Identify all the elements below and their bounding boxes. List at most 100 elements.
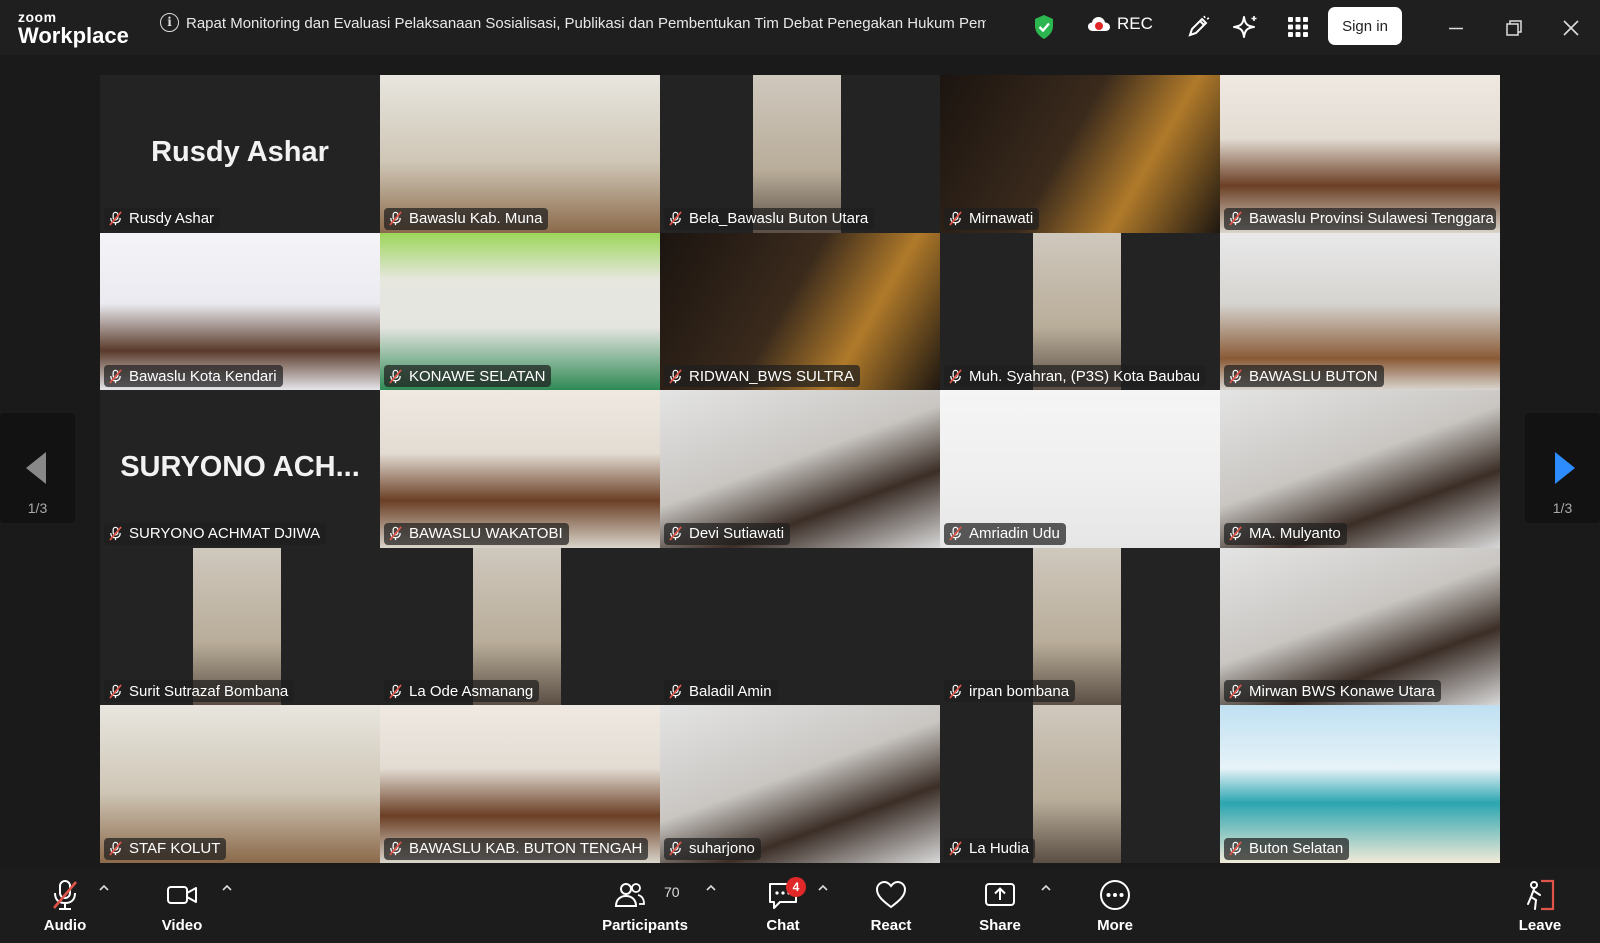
pen-icon[interactable] xyxy=(1185,14,1211,40)
sign-in-button[interactable]: Sign in xyxy=(1328,7,1402,45)
mic-off-icon xyxy=(109,526,122,541)
participants-options-caret[interactable] xyxy=(704,881,718,895)
mic-off-icon xyxy=(669,369,682,384)
participant-tile[interactable]: BAWASLU KAB. BUTON TENGAH xyxy=(380,705,660,863)
participant-tile[interactable]: suharjono xyxy=(660,705,940,863)
mic-off-icon xyxy=(669,684,682,699)
participant-tile[interactable]: La Hudia xyxy=(940,705,1220,863)
participant-name: Rusdy Ashar xyxy=(129,210,215,228)
more-icon xyxy=(1100,880,1130,910)
mic-off-icon xyxy=(109,684,122,699)
participant-tile[interactable]: Bawaslu Kota Kendari xyxy=(100,232,380,391)
react-label: React xyxy=(870,917,912,934)
more-button[interactable]: More xyxy=(1090,867,1140,943)
previous-page-button[interactable]: 1/3 xyxy=(0,413,75,523)
mic-off-icon xyxy=(1229,684,1242,699)
info-icon[interactable]: i xyxy=(160,13,179,32)
chat-label: Chat xyxy=(766,917,800,934)
share-screen-icon xyxy=(985,883,1015,906)
participant-name-label: MA. Mulyanto xyxy=(1224,522,1347,545)
next-page-button[interactable]: 1/3 xyxy=(1525,413,1600,523)
participant-display-name: Rusdy Ashar xyxy=(151,135,329,168)
participant-name-label: Surit Sutrazaf Bombana xyxy=(104,680,295,703)
recording-indicator[interactable]: REC xyxy=(1087,14,1153,34)
sparkle-icon[interactable] xyxy=(1233,14,1259,40)
shield-icon[interactable] xyxy=(1033,14,1055,40)
participant-name: STAF KOLUT xyxy=(129,840,221,858)
share-label: Share xyxy=(979,917,1021,934)
participant-tile[interactable]: Surit Sutrazaf Bombana xyxy=(100,547,380,706)
participants-count: 70 xyxy=(664,884,680,900)
leave-label: Leave xyxy=(1518,917,1562,934)
participant-name: La Hudia xyxy=(969,840,1030,858)
participant-name-label: STAF KOLUT xyxy=(104,837,227,860)
participant-name-label: BAWASLU BUTON xyxy=(1224,365,1384,388)
audio-options-caret[interactable] xyxy=(97,881,111,895)
participant-tile[interactable]: KONAWE SELATAN xyxy=(380,232,660,391)
mic-off-icon xyxy=(669,211,682,226)
restore-icon[interactable] xyxy=(1502,16,1526,40)
participant-tile[interactable]: Rusdy Ashar Rusdy Ashar xyxy=(100,75,380,233)
participant-name: MA. Mulyanto xyxy=(1249,525,1341,543)
participant-tile[interactable]: Mirnawati xyxy=(940,75,1220,233)
mic-off-icon xyxy=(1229,841,1242,857)
participant-tile[interactable]: Muh. Syahran, (P3S) Kota Baubau xyxy=(940,232,1220,391)
more-label: More xyxy=(1097,917,1133,934)
video-options-caret[interactable] xyxy=(220,881,234,895)
audio-button[interactable]: Audio xyxy=(38,867,92,943)
logo-top: zoom xyxy=(18,9,57,25)
participant-name: suharjono xyxy=(689,840,755,858)
video-gallery: Rusdy Ashar Rusdy Ashar Bawaslu Kab. Muna B… xyxy=(100,75,1500,863)
participant-tile[interactable]: BAWASLU WAKATOBI xyxy=(380,390,660,548)
participant-tile[interactable]: Bawaslu Provinsi Sulawesi Tenggara xyxy=(1220,75,1500,233)
mic-off-icon xyxy=(389,684,402,699)
mic-off-icon xyxy=(949,841,962,857)
participant-tile[interactable]: La Ode Asmanang xyxy=(380,547,660,706)
share-button[interactable]: Share xyxy=(976,867,1024,943)
minimize-icon[interactable] xyxy=(1444,16,1468,40)
mic-off-icon xyxy=(109,841,122,857)
participant-name-label: irpan bombana xyxy=(944,680,1076,703)
participant-tile[interactable]: Baladil Amin xyxy=(660,547,940,706)
mic-off-icon xyxy=(53,880,77,910)
participant-tile[interactable]: Amriadin Udu xyxy=(940,390,1220,548)
mic-off-icon xyxy=(669,841,682,857)
participant-tile[interactable]: Buton Selatan xyxy=(1220,705,1500,863)
participant-tile[interactable]: SURYONO ACH... SURYONO ACHMAT DJIWA xyxy=(100,390,380,548)
participant-name-label: KONAWE SELATAN xyxy=(384,365,552,388)
participant-tile[interactable]: Devi Sutiawati xyxy=(660,390,940,548)
participant-name-label: SURYONO ACHMAT DJIWA xyxy=(104,522,327,545)
participant-name-label: Bawaslu Kab. Muna xyxy=(384,207,549,230)
participant-name: Mirnawati xyxy=(969,210,1034,228)
chat-options-caret[interactable] xyxy=(816,881,830,895)
zoom-logo: zoom Workplace xyxy=(18,10,129,47)
heart-icon xyxy=(875,880,907,909)
participant-tile[interactable]: RIDWAN_BWS SULTRA xyxy=(660,232,940,391)
participant-tile[interactable]: MA. Mulyanto xyxy=(1220,390,1500,548)
participant-name-label: Bela_Bawaslu Buton Utara xyxy=(664,207,875,230)
participant-tile[interactable]: BAWASLU BUTON xyxy=(1220,232,1500,391)
participant-name-label: Bawaslu Kota Kendari xyxy=(104,365,283,388)
participant-tile[interactable]: irpan bombana xyxy=(940,547,1220,706)
react-button[interactable]: React xyxy=(866,867,916,943)
video-button[interactable]: Video xyxy=(156,867,208,943)
leave-icon xyxy=(1527,879,1555,911)
page-indicator-right: 1/3 xyxy=(1552,500,1573,516)
participant-name-label: Mirwan BWS Konawe Utara xyxy=(1224,680,1441,703)
participant-name-label: La Hudia xyxy=(944,837,1036,860)
share-options-caret[interactable] xyxy=(1039,881,1053,895)
participant-tile[interactable]: Mirwan BWS Konawe Utara xyxy=(1220,547,1500,706)
mic-off-icon xyxy=(389,526,402,541)
cloud-record-icon xyxy=(1088,17,1110,31)
leave-button[interactable]: Leave xyxy=(1516,867,1564,943)
participant-tile[interactable]: Bawaslu Kab. Muna xyxy=(380,75,660,233)
mic-off-icon xyxy=(1229,526,1242,541)
participant-tile[interactable]: Bela_Bawaslu Buton Utara xyxy=(660,75,940,233)
close-icon[interactable] xyxy=(1559,16,1583,40)
participants-button[interactable]: Participants xyxy=(600,867,690,943)
participant-tile[interactable]: STAF KOLUT xyxy=(100,705,380,863)
participant-name-label: Bawaslu Provinsi Sulawesi Tenggara xyxy=(1224,207,1496,230)
mic-off-icon xyxy=(1229,211,1242,226)
apps-grid-icon[interactable] xyxy=(1285,14,1311,40)
participant-name: Mirwan BWS Konawe Utara xyxy=(1249,682,1435,700)
